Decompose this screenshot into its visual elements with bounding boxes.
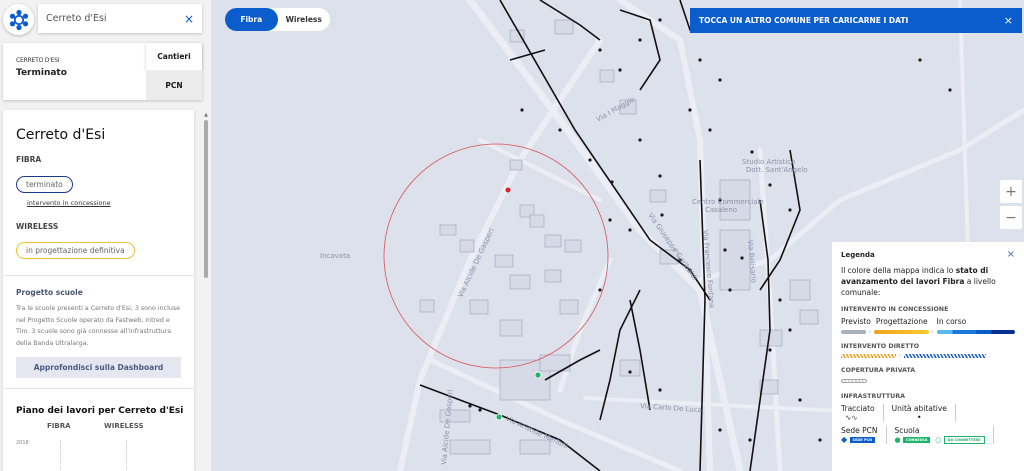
scrollbar-thumb[interactable]	[204, 120, 208, 278]
comune-name: CERRETO D'ESI	[16, 57, 60, 64]
divider	[3, 275, 194, 276]
divider	[3, 388, 194, 389]
year-label: 2018	[16, 440, 29, 446]
banner-close-icon[interactable]: ×	[1004, 14, 1013, 27]
panel-scrollbar[interactable]: ▲	[203, 112, 209, 471]
legend-tracciato: Tracciato	[841, 404, 875, 413]
zoom-out-button[interactable]: −	[1000, 206, 1022, 229]
legend-privata: COPERTURA PRIVATA	[841, 367, 916, 374]
unit-dot-icon: •	[916, 413, 922, 422]
school-empty-icon: ○	[935, 436, 942, 444]
col-wireless: WIRELESS	[104, 422, 144, 430]
fibra-intervento-link[interactable]: intervento in concessione	[27, 199, 194, 207]
fibra-status-badge: terminato	[16, 176, 73, 193]
banner-text: TOCCA UN ALTRO COMUNE PER CARICARNE I DA…	[699, 16, 909, 25]
legend-sede-pcn: Sede PCN	[841, 426, 878, 435]
scuole-text: Tra le scuole presenti a Cerreto d'Esi, …	[16, 305, 180, 347]
piano-chart: FIBRA WIRELESS 2018	[3, 416, 194, 470]
diretto-bar: ›	[841, 353, 1015, 359]
tab-wireless[interactable]: Wireless	[278, 8, 331, 31]
piano-title: Piano dei lavori per Cerreto d'Esi	[16, 406, 184, 416]
legend-concessione: INTERVENTO IN CONCESSIONE	[841, 306, 949, 313]
legend-title: Legenda	[841, 251, 875, 259]
legend-panel: Legenda × Il colore della mappa indica l…	[832, 242, 1024, 471]
search-input[interactable]: Cerreto d'Esi ×	[38, 4, 202, 33]
dashboard-button[interactable]: Approfondisci sulla Dashboard	[16, 357, 181, 378]
school-marker	[534, 371, 542, 379]
legend-infrastruttura: INFRASTRUTTURA	[841, 393, 905, 400]
legend-unita: Unità abitative	[891, 404, 947, 413]
school-dot-icon: ●	[894, 436, 901, 444]
wireless-status-badge: in progettazione definitiva	[16, 242, 135, 259]
legend-in-corso: In corso	[936, 317, 967, 326]
cantieri-button[interactable]: Cantieri	[146, 43, 202, 70]
comune-detail-panel: Cerreto d'Esi FIBRA terminato intervento…	[3, 110, 194, 471]
comune-status-card: CERRETO D'ESI Terminato Cantieri PCN	[3, 43, 202, 100]
comune-status: Terminato	[16, 68, 67, 78]
pcn-diamond-icon: ◆	[841, 435, 848, 444]
legend-progettazione: Progettazione	[875, 317, 928, 326]
map-label: Dott. Sant'Angelo	[746, 166, 808, 174]
logo-icon	[9, 9, 28, 30]
col-fibra: FIBRA	[47, 422, 71, 430]
sede-pcn-tag: SEDE PCN	[849, 437, 876, 443]
map-label: Centro Commerciale	[692, 198, 764, 206]
legend-description: Il colore della mappa indica lo stato di…	[841, 266, 996, 297]
clear-search-icon[interactable]: ×	[184, 12, 194, 26]
school-marker	[495, 413, 503, 421]
scroll-up-icon[interactable]: ▲	[203, 112, 209, 118]
tab-fibra[interactable]: Fibra	[225, 8, 278, 31]
legend-close-icon[interactable]: ×	[1007, 249, 1015, 260]
pcn-button[interactable]: PCN	[146, 70, 202, 100]
info-banner: TOCCA UN ALTRO COMUNE PER CARICARNE I DA…	[690, 8, 1022, 33]
map-label: Incavata	[320, 252, 350, 260]
panel-title: Cerreto d'Esi	[16, 127, 106, 143]
map-label: Studio Artistico	[742, 158, 795, 166]
concessione-bar: › ›	[841, 329, 1015, 335]
legend-previsto: Previsto	[841, 317, 871, 326]
map-label: Casaleno	[705, 206, 737, 214]
search-value: Cerreto d'Esi	[46, 13, 107, 24]
wireless-label: WIRELESS	[16, 222, 59, 231]
network-toggle: Fibra Wireless	[225, 8, 330, 31]
tracciato-icon: ∿∿	[845, 413, 858, 422]
fibra-label: FIBRA	[16, 155, 42, 164]
app-logo[interactable]	[3, 4, 34, 35]
da-connettere-tag: DA CONNETTERE	[943, 436, 985, 444]
connessa-tag: CONNESSA	[903, 437, 931, 443]
legend-scuola: Scuola	[894, 426, 920, 435]
scuole-title: Progetto scuole	[16, 288, 83, 297]
zoom-in-button[interactable]: +	[1000, 180, 1022, 203]
location-marker	[505, 187, 511, 193]
legend-diretto: INTERVENTO DIRETTO	[841, 343, 920, 350]
